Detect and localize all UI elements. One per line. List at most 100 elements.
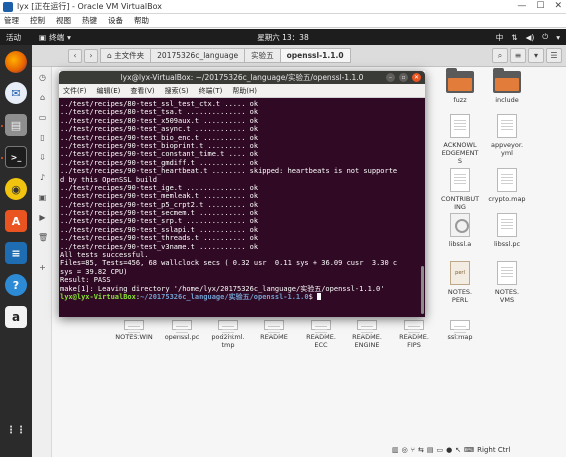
crumb-lab5[interactable]: 实验五 bbox=[244, 48, 281, 63]
minimize-icon[interactable]: – bbox=[386, 73, 395, 82]
desktop-icon[interactable]: ▭ bbox=[38, 113, 47, 122]
output-line: sys = 39.82 CPU) bbox=[60, 267, 128, 276]
file-item[interactable]: ACKNOWL EDGEMENT S bbox=[436, 114, 484, 165]
maximize-icon[interactable]: ▫ bbox=[399, 73, 408, 82]
menu-terminal[interactable]: 终端(T) bbox=[199, 86, 223, 96]
hdd-icon[interactable]: ▥ bbox=[392, 446, 399, 454]
chevron-down-icon: ▾ bbox=[67, 32, 71, 42]
help-icon[interactable]: ? bbox=[5, 274, 27, 296]
crumb-home[interactable]: ⌂ 主文件夹 bbox=[100, 48, 152, 63]
file-item[interactable]: openssl.pc bbox=[158, 320, 206, 341]
file-item[interactable]: pod2html. tmp bbox=[204, 320, 252, 349]
menu-control[interactable]: 控制 bbox=[30, 15, 45, 26]
videos-icon[interactable]: ▶ bbox=[38, 213, 47, 222]
close-icon[interactable]: ✕ bbox=[412, 73, 421, 82]
clock[interactable]: 星期六 13：38 bbox=[0, 32, 566, 43]
output-line: ../test/recipes/80-test_tsa.t ..........… bbox=[60, 108, 259, 117]
documents-icon[interactable]: ▯ bbox=[38, 133, 47, 142]
network-icon[interactable]: ⇅ bbox=[511, 33, 517, 42]
forward-button[interactable]: › bbox=[84, 48, 98, 63]
breadcrumb: ⌂ 主文件夹 20175326c_language 实验五 openssl-1.… bbox=[100, 48, 351, 63]
file-item[interactable]: crypto.map bbox=[483, 168, 531, 203]
system-menu-chevron-icon[interactable]: ▾ bbox=[556, 33, 560, 42]
file-item[interactable]: ssl.map bbox=[436, 320, 484, 341]
running-indicator bbox=[1, 125, 3, 127]
file-item[interactable]: README. ECC bbox=[297, 320, 345, 349]
menu-hotkeys[interactable]: 热键 bbox=[82, 15, 97, 26]
music-icon[interactable]: ♪ bbox=[38, 173, 47, 182]
window-title: lyx [正在运行] - Oracle VM VirtualBox bbox=[17, 2, 162, 11]
apps-grid-icon[interactable]: ⋮⋮ bbox=[5, 419, 27, 441]
file-item[interactable]: NOTES. VMS bbox=[483, 261, 531, 304]
file-item[interactable]: README. ENGINE bbox=[343, 320, 391, 349]
list-view-icon[interactable]: ≡ bbox=[510, 48, 526, 63]
document-icon bbox=[497, 213, 517, 237]
back-button[interactable]: ‹ bbox=[68, 48, 82, 63]
optical-icon[interactable]: ◎ bbox=[402, 446, 408, 454]
menu-search[interactable]: 搜索(S) bbox=[165, 86, 189, 96]
mouse-icon[interactable]: ↖ bbox=[455, 446, 461, 454]
document-icon bbox=[264, 320, 284, 338]
file-item[interactable]: include bbox=[483, 68, 531, 104]
close-icon[interactable]: ✕ bbox=[554, 1, 562, 11]
home-folder-icon[interactable]: ⌂ bbox=[38, 93, 47, 102]
app-menu[interactable]: ▣ 终端 ▾ bbox=[39, 32, 71, 43]
firefox-icon[interactable] bbox=[5, 51, 27, 73]
file-item[interactable]: fuzz bbox=[436, 68, 484, 104]
volume-icon[interactable]: ◀) bbox=[526, 33, 535, 42]
menu-help[interactable]: 帮助(H) bbox=[232, 86, 257, 96]
pictures-icon[interactable]: ▣ bbox=[38, 193, 47, 202]
output-line: ../test/recipes/90-test_heartbeat.t ....… bbox=[60, 167, 398, 176]
files-icon[interactable]: ▤ bbox=[5, 114, 27, 136]
view-options-icon[interactable]: ▾ bbox=[528, 48, 544, 63]
keyboard-icon[interactable]: ⌨ bbox=[464, 446, 474, 454]
output-line: Result: PASS bbox=[60, 276, 111, 285]
software-center-icon[interactable]: A bbox=[5, 210, 27, 232]
terminal-scrollbar[interactable] bbox=[421, 266, 424, 314]
menu-edit[interactable]: 编辑(E) bbox=[97, 86, 121, 96]
recent-icon[interactable]: ◷ bbox=[38, 73, 47, 82]
minimize-icon[interactable]: — bbox=[517, 1, 526, 11]
power-icon[interactable]: ⏻ bbox=[542, 32, 548, 42]
prompt-line[interactable]: lyx@lyx-VirtualBox:~/20175326c_language/… bbox=[60, 292, 423, 301]
text-cursor bbox=[317, 292, 322, 300]
menu-help[interactable]: 帮助 bbox=[134, 15, 149, 26]
capture-icon[interactable]: ● bbox=[446, 446, 452, 454]
input-method-indicator[interactable]: 中 bbox=[496, 32, 504, 43]
file-item[interactable]: README bbox=[250, 320, 298, 341]
document-icon bbox=[497, 168, 517, 192]
downloads-icon[interactable]: ⇩ bbox=[38, 153, 47, 162]
trash-icon[interactable]: 🗑 bbox=[38, 233, 48, 242]
other-locations-icon[interactable]: + bbox=[38, 263, 47, 272]
file-item[interactable]: libssl.a bbox=[436, 213, 484, 248]
output-line: All tests successful. bbox=[60, 251, 149, 260]
file-item[interactable]: README. FIPS bbox=[390, 320, 438, 349]
menu-file[interactable]: 文件(F) bbox=[63, 86, 87, 96]
network-adapter-icon[interactable]: ⇆ bbox=[418, 446, 424, 454]
display-icon[interactable]: ▭ bbox=[436, 446, 443, 454]
file-item[interactable]: NOTES.WIN bbox=[110, 320, 158, 341]
usb-icon[interactable]: ⑂ bbox=[411, 446, 415, 454]
terminal-output[interactable]: ../test/recipes/80-test_ssl_test_ctx.t .… bbox=[59, 98, 425, 317]
file-item[interactable]: appveyor. yml bbox=[483, 114, 531, 157]
thunderbird-icon[interactable]: ✉ bbox=[5, 82, 27, 104]
file-item[interactable]: NOTES. PERL bbox=[436, 261, 484, 304]
menu-view[interactable]: 查看(V) bbox=[130, 86, 154, 96]
maximize-icon[interactable]: ☐ bbox=[536, 1, 544, 11]
crumb-project[interactable]: 20175326c_language bbox=[150, 48, 246, 63]
terminal-titlebar[interactable]: lyx@lyx-VirtualBox: ~/20175326c_language… bbox=[59, 71, 425, 84]
shared-folder-icon[interactable]: ▤ bbox=[427, 446, 434, 454]
crumb-openssl[interactable]: openssl-1.1.0 bbox=[279, 48, 351, 63]
menu-icon[interactable]: ☰ bbox=[546, 48, 562, 63]
menu-manage[interactable]: 管理 bbox=[4, 15, 19, 26]
terminal-dock-icon[interactable]: >_ bbox=[5, 146, 27, 168]
menu-view[interactable]: 视图 bbox=[56, 15, 71, 26]
libreoffice-writer-icon[interactable]: ≡ bbox=[5, 242, 27, 264]
search-icon[interactable]: ⌕ bbox=[492, 48, 508, 63]
file-item[interactable]: libssl.pc bbox=[483, 213, 531, 248]
amazon-icon[interactable]: a bbox=[5, 306, 27, 328]
activities-button[interactable]: 活动 bbox=[6, 32, 21, 43]
menu-devices[interactable]: 设备 bbox=[108, 15, 123, 26]
rhythmbox-icon[interactable]: ◉ bbox=[5, 178, 27, 200]
file-item[interactable]: CONTRIBUT ING bbox=[436, 168, 484, 211]
